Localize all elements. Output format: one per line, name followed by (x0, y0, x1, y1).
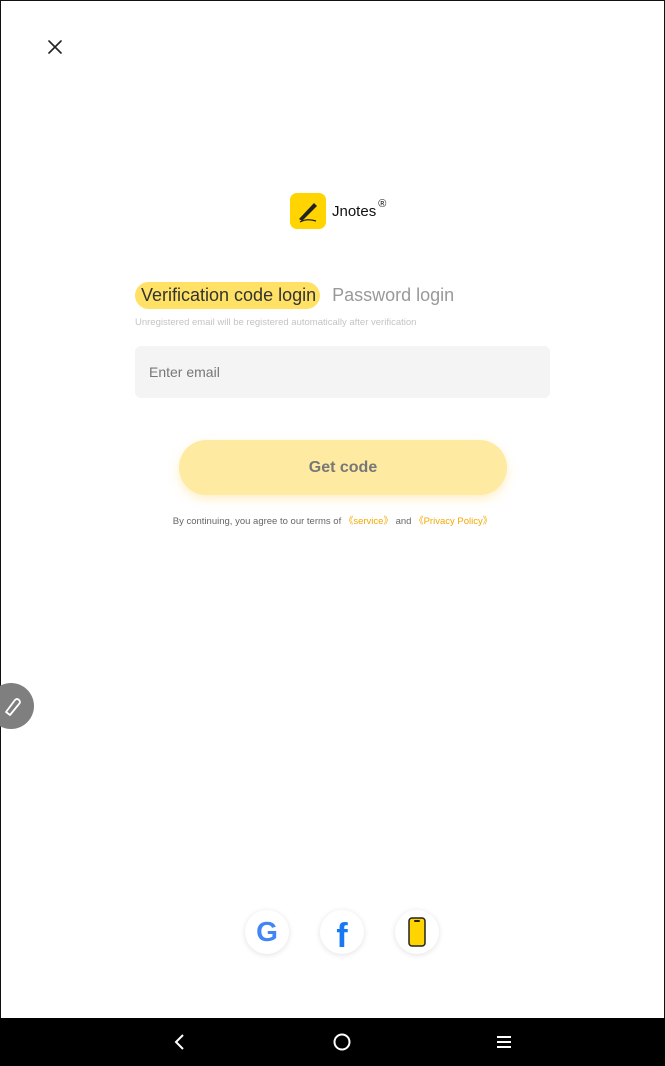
nav-home-button[interactable] (322, 1024, 362, 1060)
system-navigation-bar (0, 1018, 665, 1066)
phone-icon (408, 917, 426, 947)
brand-header: Jnotes ® (290, 193, 386, 229)
terms-middle: and (392, 516, 415, 527)
close-button[interactable] (42, 34, 68, 60)
facebook-login-button[interactable]: f (320, 910, 364, 955)
close-icon (48, 40, 62, 54)
terms-notice: By continuing, you agree to our terms of… (0, 513, 665, 527)
phone-login-button[interactable] (395, 910, 439, 954)
pen-logo-icon (290, 193, 326, 229)
nav-menu-button[interactable] (484, 1024, 524, 1060)
tab-password-login[interactable]: Password login (332, 285, 454, 306)
pen-icon (5, 698, 21, 716)
registration-hint: Unregistered email will be registered au… (135, 317, 417, 328)
registered-mark: ® (378, 198, 387, 210)
privacy-policy-link[interactable]: 《Privacy Policy》 (414, 516, 492, 527)
hamburger-menu-icon (497, 1036, 511, 1048)
brand-name: Jnotes (332, 202, 377, 220)
service-link[interactable]: 《service》 (344, 516, 393, 527)
tab-verification-code-login[interactable]: Verification code login (135, 282, 321, 309)
google-icon: G (256, 916, 278, 947)
screen-frame (0, 0, 665, 1066)
google-login-button[interactable]: G (245, 910, 289, 954)
get-code-button[interactable]: Get code (179, 440, 507, 495)
terms-prefix: By continuing, you agree to our terms of (172, 516, 344, 527)
login-tabs: Verification code login Password login (135, 282, 454, 309)
nav-back-button[interactable] (160, 1024, 200, 1060)
circle-home-icon (333, 1033, 351, 1051)
chevron-left-icon (174, 1034, 184, 1050)
email-input[interactable] (135, 346, 550, 398)
facebook-icon: f (336, 916, 348, 955)
